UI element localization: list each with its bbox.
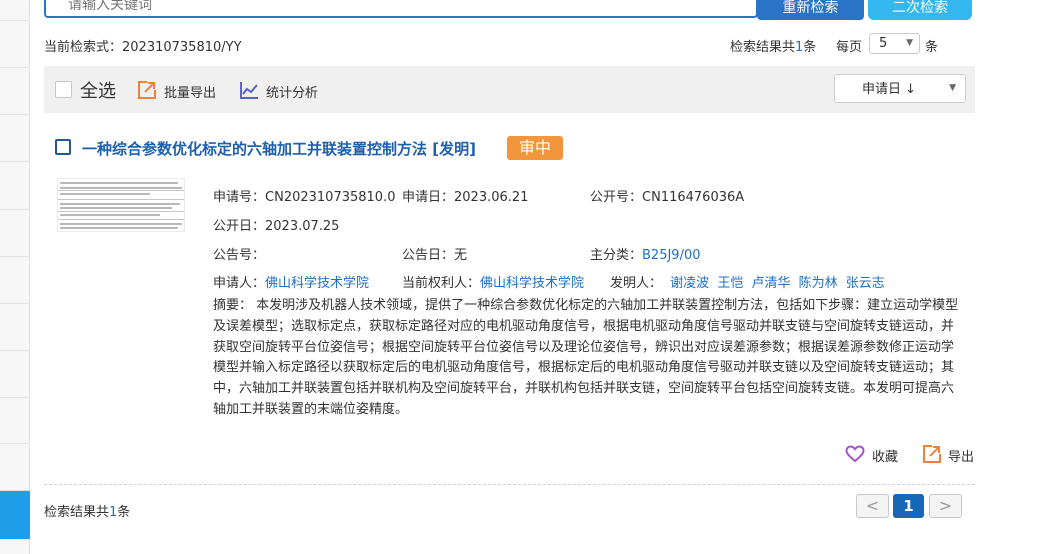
field-value: CN202310735810.0 xyxy=(265,190,396,205)
current-holder: 当前权利人：佛山科学技术学院 xyxy=(402,272,584,291)
field-value: CN116476036A xyxy=(642,190,745,205)
thumb-line xyxy=(60,214,160,216)
select-all-label[interactable]: 全选 xyxy=(80,77,116,103)
thumb-line xyxy=(60,193,150,195)
applicant-link[interactable]: 佛山科学技术学院 xyxy=(265,276,369,291)
caret-down-icon: ▼ xyxy=(906,38,913,48)
secondary-search-button[interactable]: 二次检索 xyxy=(868,0,972,20)
thumb-box xyxy=(58,190,184,200)
next-page-button[interactable]: > xyxy=(929,494,962,518)
abstract: 摘要： 本发明涉及机器人技术领域，提供了一种综合参数优化标定的六轴加工并联装置控… xyxy=(213,296,963,421)
inventor-link[interactable]: 卢清华 xyxy=(751,276,790,291)
inventor-link[interactable]: 谢凌波 xyxy=(670,276,709,291)
thumb-line xyxy=(60,187,182,189)
announcement-date: 公告日：无 xyxy=(402,244,467,263)
stats-analysis-button[interactable]: 统计分析 xyxy=(266,82,318,101)
left-nav-item[interactable] xyxy=(0,68,30,115)
publication-number: 公开号：CN116476036A xyxy=(590,186,744,205)
inventor-link[interactable]: 王恺 xyxy=(717,276,743,291)
export-button[interactable]: 导出 xyxy=(948,446,974,465)
thumb-line xyxy=(60,182,178,184)
result-count-top: 检索结果共1条 xyxy=(730,36,816,55)
select-all-checkbox[interactable] xyxy=(55,81,72,98)
search-input[interactable] xyxy=(46,0,756,16)
inventors: 发明人： 谢凌波 王恺 卢清华 陈为林 张云志 xyxy=(610,272,885,291)
inventor-link[interactable]: 陈为林 xyxy=(799,276,838,291)
per-page-unit: 条 xyxy=(925,40,939,55)
thumb-line xyxy=(60,223,182,225)
prev-page-button[interactable]: < xyxy=(856,494,889,518)
inventor-link[interactable]: 张云志 xyxy=(846,276,885,291)
field-label: 公开日： xyxy=(213,219,266,234)
batch-export-button[interactable]: 批量导出 xyxy=(164,82,216,101)
heart-icon[interactable] xyxy=(845,445,865,463)
left-nav-item[interactable] xyxy=(0,115,30,162)
per-page-select[interactable]: 5 ▼ xyxy=(869,33,920,54)
result-toolbar: 全选 批量导出 统计分析 申请日 ↓ ▼ xyxy=(44,66,975,113)
sort-arrow: ↓ xyxy=(905,82,917,97)
patent-thumbnail[interactable] xyxy=(57,178,185,232)
field-label: 当前权利人： xyxy=(402,276,481,291)
field-value: 2023.06.21 xyxy=(454,190,529,205)
left-nav-item[interactable] xyxy=(0,304,30,351)
left-nav xyxy=(0,0,30,554)
abstract-label: 摘要： xyxy=(213,298,253,313)
divider xyxy=(44,484,975,485)
count-prefix: 检索结果共 xyxy=(44,505,110,520)
field-label: 公开号： xyxy=(590,190,643,205)
caret-down-icon: ▼ xyxy=(949,83,956,93)
export-icon[interactable] xyxy=(137,80,157,100)
publication-date: 公开日：2023.07.25 xyxy=(213,215,339,234)
thumb-line xyxy=(60,203,180,205)
per-page-label: 每页 xyxy=(836,40,863,55)
field-label: 公告号： xyxy=(213,248,266,263)
count-suffix: 条 xyxy=(117,505,131,520)
result-count-bottom: 检索结果共1条 xyxy=(44,501,130,520)
main-classification: 主分类：B25J9/00 xyxy=(590,244,701,263)
search-box xyxy=(44,0,758,18)
field-label: 申请人： xyxy=(213,276,266,291)
chart-line-icon[interactable] xyxy=(239,80,259,100)
patent-title-link[interactable]: 一种综合参数优化标定的六轴加工并联装置控制方法 [发明] xyxy=(82,138,476,159)
field-label: 申请日： xyxy=(402,190,455,205)
left-nav-item[interactable] xyxy=(0,398,30,444)
field-label: 主分类： xyxy=(590,248,643,263)
field-label: 申请号： xyxy=(213,190,266,205)
field-label: 发明人： xyxy=(610,276,663,291)
left-nav-item[interactable] xyxy=(0,444,30,491)
field-value: 无 xyxy=(454,248,468,263)
announcement-number: 公告号： xyxy=(213,244,265,263)
per-page-value: 5 xyxy=(879,36,888,51)
main-class-link[interactable]: B25J9/00 xyxy=(642,248,701,263)
query-expression: 202310735810/YY xyxy=(122,40,242,55)
left-nav-item-active[interactable] xyxy=(0,491,30,539)
thumb-line xyxy=(60,227,178,229)
applicant: 申请人：佛山科学技术学院 xyxy=(213,272,369,291)
left-nav-item[interactable] xyxy=(0,162,30,210)
status-badge: 审中 xyxy=(507,136,563,160)
abstract-text: 本发明涉及机器人技术领域，提供了一种综合参数优化标定的六轴加工并联装置控制方法，… xyxy=(213,298,959,417)
field-label: 公告日： xyxy=(402,248,455,263)
count-suffix: 条 xyxy=(803,40,817,55)
research-button[interactable]: 重新检索 xyxy=(757,0,864,20)
item-checkbox[interactable] xyxy=(55,139,71,155)
left-nav-item[interactable] xyxy=(0,21,30,68)
query-prefix: 当前检索式： xyxy=(44,40,123,55)
sort-value: 申请日 xyxy=(861,82,901,97)
application-date: 申请日：2023.06.21 xyxy=(402,186,528,205)
left-nav-item[interactable] xyxy=(0,351,30,398)
thumb-line xyxy=(60,207,172,209)
export-icon[interactable] xyxy=(922,444,942,464)
left-nav-item[interactable] xyxy=(0,0,30,21)
left-nav-item[interactable] xyxy=(0,210,30,257)
favorite-button[interactable]: 收藏 xyxy=(872,446,898,465)
page-1-button[interactable]: 1 xyxy=(893,494,924,518)
application-number: 申请号：CN202310735810.0 xyxy=(213,186,395,205)
field-value: 2023.07.25 xyxy=(265,219,340,234)
holder-link[interactable]: 佛山科学技术学院 xyxy=(480,276,584,291)
sort-select[interactable]: 申请日 ↓ ▼ xyxy=(834,74,966,103)
current-query: 当前检索式：202310735810/YY xyxy=(44,36,242,55)
count-prefix: 检索结果共 xyxy=(730,40,796,55)
left-nav-item[interactable] xyxy=(0,257,30,304)
